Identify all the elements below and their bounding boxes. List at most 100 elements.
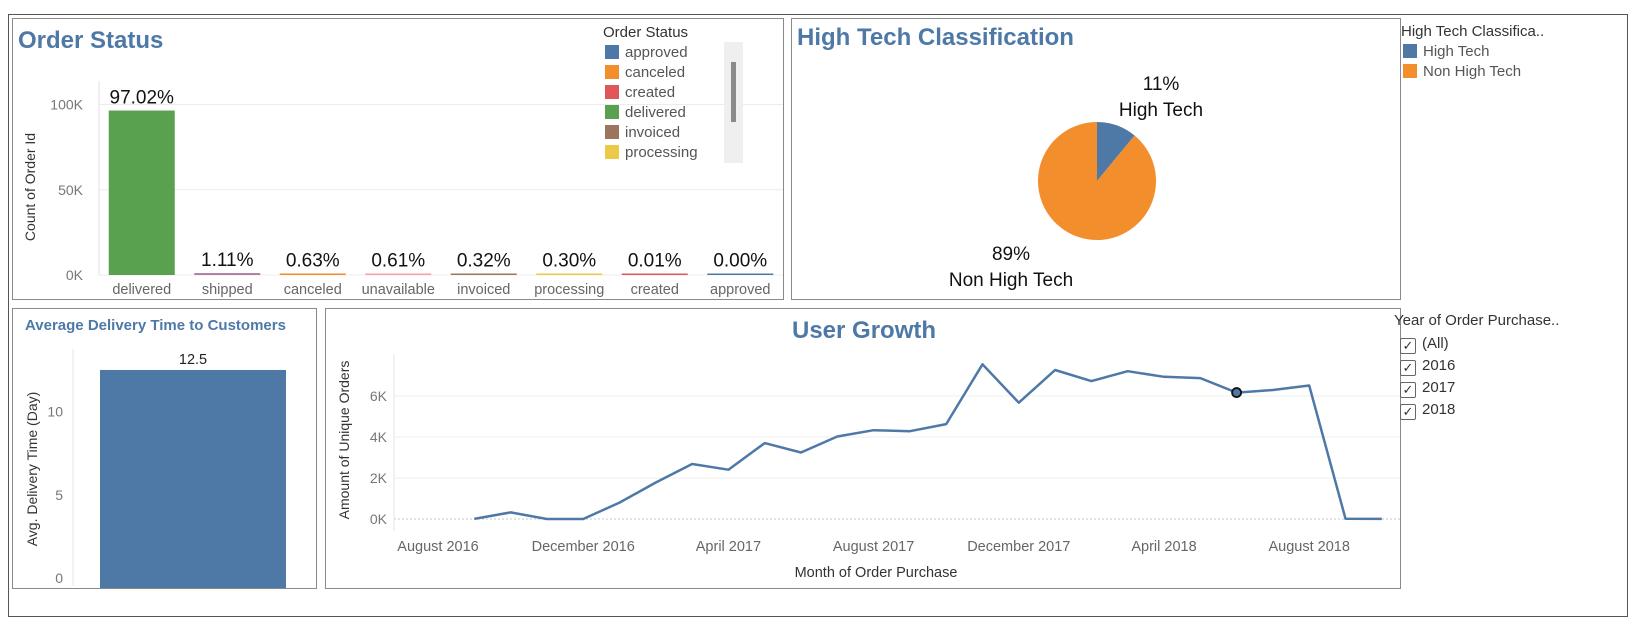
checkbox[interactable]: ✓ bbox=[1400, 338, 1416, 354]
y-tick-label: 6K bbox=[370, 388, 388, 404]
x-tick-label: December 2017 bbox=[967, 539, 1070, 555]
legend-item-approved[interactable]: approved bbox=[605, 44, 688, 62]
pie-label-name: High Tech bbox=[1119, 100, 1203, 121]
bar-data-label: 0.61% bbox=[371, 251, 425, 272]
delivery-chart: 0 5 10 Avg. Delivery Time (Day) 12.5 bbox=[24, 349, 286, 588]
legend-item-canceled[interactable]: canceled bbox=[605, 64, 685, 82]
checkbox-label: (All) bbox=[1422, 335, 1449, 352]
bar-data-label: 1.11% bbox=[201, 250, 254, 271]
legend-swatch bbox=[605, 85, 619, 99]
bar-approved bbox=[707, 273, 774, 275]
high-tech-legend-title: High Tech Classifica.. bbox=[1401, 23, 1545, 40]
legend-item-created[interactable]: created bbox=[605, 84, 675, 102]
legend-label: created bbox=[625, 84, 676, 101]
legend-item-invoiced[interactable]: invoiced bbox=[605, 124, 680, 142]
bar-data-label: 0.01% bbox=[628, 251, 682, 272]
checkbox-label: 2017 bbox=[1422, 379, 1456, 396]
pie-label-percent: 89% bbox=[992, 244, 1030, 265]
bar-data-label: 0.63% bbox=[286, 251, 340, 272]
legend-swatch bbox=[1403, 44, 1417, 58]
legend-swatch bbox=[605, 45, 619, 59]
x-tick-label: unavailable bbox=[362, 282, 435, 298]
bar-shipped bbox=[194, 273, 261, 275]
pie-slice-non-high-tech bbox=[1038, 122, 1156, 240]
bar-data-label: 12.5 bbox=[179, 352, 207, 368]
x-tick-label: created bbox=[631, 282, 679, 298]
y-tick-label: 100K bbox=[50, 97, 83, 113]
legend-label: delivered bbox=[625, 104, 686, 121]
legend-swatch bbox=[605, 105, 619, 119]
y-tick-label: 0 bbox=[55, 570, 63, 586]
x-tick-label: shipped bbox=[202, 282, 253, 298]
order-status-legend-title: Order Status bbox=[603, 24, 689, 41]
y-tick-label: 0K bbox=[66, 267, 84, 283]
bar-invoiced bbox=[450, 273, 517, 275]
y-tick-label: 0K bbox=[370, 511, 388, 527]
legend-swatch bbox=[605, 65, 619, 79]
legend-item-non-high-tech[interactable]: Non High Tech bbox=[1403, 63, 1521, 81]
y-axis-label: Count of Order Id bbox=[22, 133, 38, 241]
y-axis-label: Avg. Delivery Time (Day) bbox=[24, 392, 40, 547]
legend-label: Non High Tech bbox=[1423, 63, 1522, 80]
legend-swatch bbox=[605, 145, 619, 159]
highlight-point bbox=[1231, 387, 1242, 398]
x-tick-label: approved bbox=[710, 282, 770, 298]
series-line bbox=[474, 363, 1382, 521]
checkbox-label: 2016 bbox=[1422, 357, 1456, 374]
bar-delivered bbox=[108, 110, 175, 275]
x-tick-label: canceled bbox=[284, 282, 342, 298]
legend-item-processing[interactable]: processing bbox=[605, 144, 698, 162]
pie-label-percent: 11% bbox=[1143, 74, 1180, 95]
bar-data-label: 0.30% bbox=[542, 251, 596, 272]
pie-label-name: Non High Tech bbox=[949, 270, 1073, 291]
x-tick-label: December 2016 bbox=[532, 539, 635, 555]
year-filter-title: Year of Order Purchase.. bbox=[1394, 312, 1560, 329]
x-tick-label: August 2017 bbox=[833, 539, 914, 555]
y-tick-label: 50K bbox=[58, 182, 84, 198]
bar-avg-delivery bbox=[100, 369, 286, 588]
legend-label: canceled bbox=[625, 64, 686, 81]
delivery-panel: Average Delivery Time to Customers 0 5 10 A… bbox=[12, 308, 317, 589]
checkbox-label: 2018 bbox=[1422, 401, 1456, 418]
y-axis-label: Amount of Unique Orders bbox=[336, 361, 352, 520]
high-tech-pie-chart: 11% High Tech 89% Non High Tech bbox=[949, 74, 1203, 291]
checkbox[interactable]: ✓ bbox=[1400, 360, 1416, 376]
bar-unavailable bbox=[365, 273, 432, 275]
year-filter-option[interactable]: ✓ 2016 bbox=[1400, 356, 1455, 376]
order-status-panel: Order Status 0K 50K 100K Count of Order Id 9… bbox=[12, 18, 784, 300]
legend-label: High Tech bbox=[1423, 43, 1490, 60]
legend-label: processing bbox=[625, 144, 698, 161]
x-tick-label: August 2016 bbox=[397, 539, 478, 555]
year-filter-option[interactable]: ✓ (All) bbox=[1400, 334, 1449, 354]
bar-data-label: 0.32% bbox=[457, 251, 511, 272]
bar-created bbox=[621, 273, 688, 275]
year-filter-option[interactable]: ✓ 2018 bbox=[1400, 400, 1455, 420]
y-tick-label: 5 bbox=[55, 487, 63, 503]
legend-item-delivered[interactable]: delivered bbox=[605, 104, 686, 122]
bar-data-label: 97.02% bbox=[110, 88, 175, 109]
checkbox[interactable]: ✓ bbox=[1400, 382, 1416, 398]
high-tech-panel: High Tech Classification 11% High Tech 89%… bbox=[791, 18, 1401, 300]
legend-label: approved bbox=[625, 44, 688, 61]
x-axis-label: Month of Order Purchase bbox=[795, 565, 958, 581]
y-tick-label: 2K bbox=[370, 470, 388, 486]
legend-swatch bbox=[605, 125, 619, 139]
legend-scrollbar[interactable] bbox=[724, 42, 743, 163]
user-growth-panel: User Growth 0K 2K 4K 6K August 2016 December … bbox=[325, 308, 1401, 589]
x-tick-label: delivered bbox=[112, 282, 171, 298]
x-tick-label: invoiced bbox=[457, 282, 510, 298]
x-tick-label: April 2018 bbox=[1131, 539, 1196, 555]
x-tick-label: August 2018 bbox=[1268, 539, 1349, 555]
legend-swatch bbox=[1403, 64, 1417, 78]
user-growth-chart: 0K 2K 4K 6K August 2016 December 2016 April 20… bbox=[336, 354, 1400, 581]
bar-data-label: 0.00% bbox=[713, 251, 767, 272]
x-tick-label: April 2017 bbox=[696, 539, 761, 555]
legend-label: invoiced bbox=[625, 124, 681, 141]
legend-item-high-tech[interactable]: High Tech bbox=[1403, 43, 1489, 61]
x-tick-label: processing bbox=[534, 282, 604, 298]
legend-scrollbar-thumb[interactable] bbox=[731, 62, 736, 122]
year-filter-option[interactable]: ✓ 2017 bbox=[1400, 378, 1455, 398]
y-tick-label: 4K bbox=[370, 429, 388, 445]
y-tick-label: 10 bbox=[47, 404, 63, 420]
checkbox[interactable]: ✓ bbox=[1400, 404, 1416, 420]
